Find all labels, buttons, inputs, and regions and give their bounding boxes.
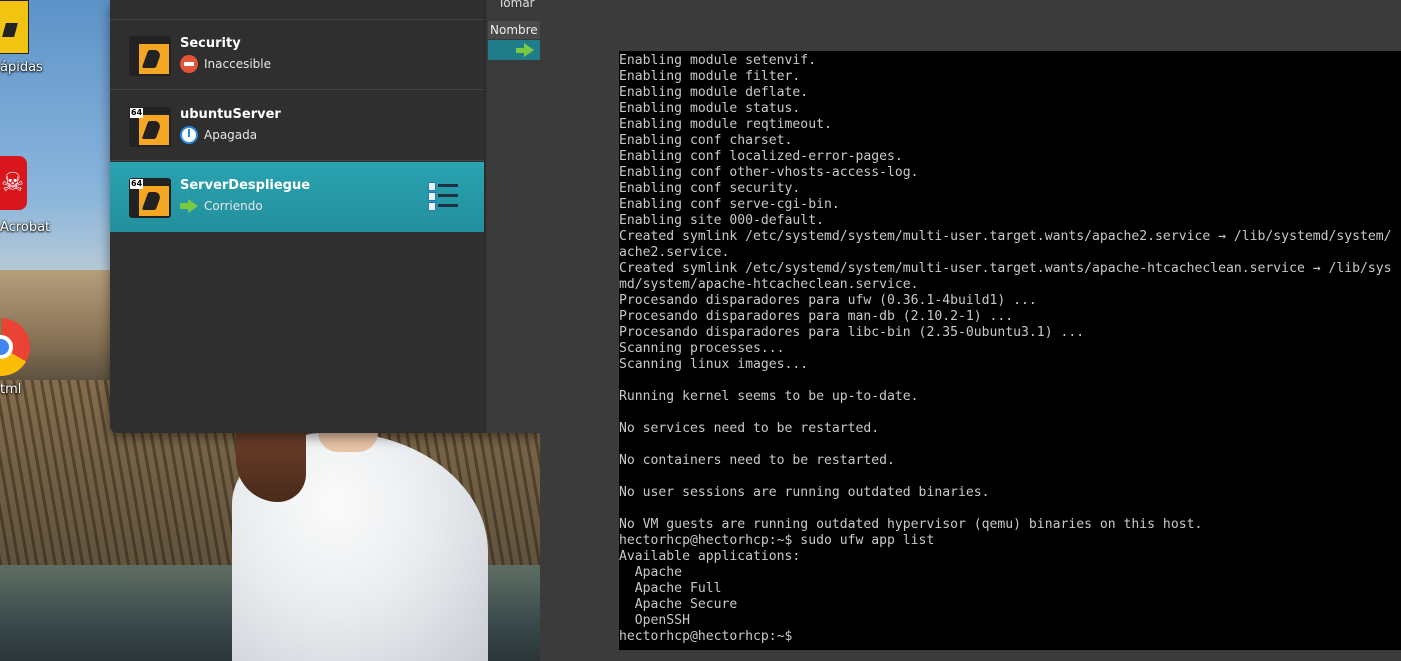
inaccessible-icon <box>180 55 198 73</box>
desktop-acrobat-label: Acrobat <box>0 220 51 235</box>
terminal-line: Enabling module deflate. <box>619 85 809 100</box>
terminal-line: Enabling conf security. <box>619 181 801 196</box>
vm-os-icon: 64 <box>129 178 171 218</box>
vm-name: Security <box>180 36 241 51</box>
vm-status-label: Apagada <box>204 128 258 142</box>
column-header-name[interactable]: Nombre <box>488 21 540 39</box>
terminal-line: Created symlink /etc/systemd/system/mult… <box>619 261 1392 276</box>
vm-item-partial[interactable] <box>110 0 484 20</box>
terminal-line: Procesando disparadores para man-db (2.1… <box>619 309 1014 324</box>
vm-status: Corriendo <box>180 197 263 215</box>
vm-name: ServerDespliegue <box>180 178 311 193</box>
terminal-line: Apache <box>619 565 683 580</box>
terminal-line: OpenSSH <box>619 613 690 628</box>
vm-item-serverdespliegue[interactable]: 64 ServerDespliegue Corriendo <box>110 162 484 232</box>
vm-status-label: Inaccesible <box>204 57 271 71</box>
terminal-line: Scanning linux images... <box>619 357 809 372</box>
terminal-line: No services need to be restarted. <box>619 421 880 436</box>
take-snapshot-button[interactable]: Tomar <box>498 0 535 10</box>
terminal-line: Enabling module filter. <box>619 69 801 84</box>
terminal-line: Procesando disparadores para ufw (0.36.1… <box>619 293 1037 308</box>
desktop-chrome-label: tml <box>0 382 22 397</box>
arch-badge: 64 <box>130 108 144 118</box>
terminal-line: No containers need to be restarted. <box>619 453 895 468</box>
vm-list: Security Inaccesible 64 ubuntuServer Apa… <box>110 0 484 433</box>
terminal-line: Enabling site 000-default. <box>619 213 824 228</box>
terminal-line: Created symlink /etc/systemd/system/mult… <box>619 229 1392 244</box>
vm-name: ubuntuServer <box>180 107 281 122</box>
terminal-line: md/system/apache-htcacheclean.service. <box>619 277 919 292</box>
terminal-line: Running kernel seems to be up-to-date. <box>619 389 919 404</box>
snapshot-pane: Tomar Nombre <box>486 0 540 433</box>
terminal-line: Apache Full <box>619 581 722 596</box>
terminal-line: Enabling module setenvif. <box>619 53 817 68</box>
vm-status-label: Corriendo <box>204 199 263 213</box>
terminal-output: Enabling module setenvif. Enabling modul… <box>619 51 1401 645</box>
vm-status: Apagada <box>180 126 257 144</box>
vm-status: Inaccesible <box>180 55 271 73</box>
desktop-shortcut-label: ápidas <box>0 60 43 75</box>
terminal-line: hectorhcp@hectorhcp:~$ <box>619 629 793 644</box>
terminal-line: Apache Secure <box>619 597 738 612</box>
terminal-line: Scanning processes... <box>619 341 785 356</box>
vm-item-security[interactable]: Security Inaccesible <box>110 20 484 90</box>
acrobat-icon: ☠ <box>0 156 27 210</box>
vm-item-ubuntuserver[interactable]: 64 ubuntuServer Apagada <box>110 91 484 161</box>
terminal-line: Enabling conf other-vhosts-access-log. <box>619 165 919 180</box>
vm-details-menu-icon[interactable] <box>428 182 458 212</box>
terminal-screen[interactable]: Enabling module setenvif. Enabling modul… <box>619 51 1401 650</box>
terminal-line: hectorhcp@hectorhcp:~$ sudo ufw app list <box>619 533 935 548</box>
virtualbox-manager-window: Security Inaccesible 64 ubuntuServer Apa… <box>110 0 540 433</box>
terminal-line: Enabling module reqtimeout. <box>619 117 832 132</box>
terminal-line: Enabling conf charset. <box>619 133 793 148</box>
terminal-line: Enabling conf localized-error-pages. <box>619 149 903 164</box>
terminal-line: Procesando disparadores para libc-bin (2… <box>619 325 1085 340</box>
current-state-arrow-icon <box>516 42 534 58</box>
vm-console-window: Enabling module setenvif. Enabling modul… <box>540 0 1401 661</box>
vm-os-icon: 64 <box>129 107 171 147</box>
terminal-line: No user sessions are running outdated bi… <box>619 485 990 500</box>
vm-os-icon <box>129 36 171 76</box>
terminal-line: Available applications: <box>619 549 801 564</box>
terminal-line: Enabling conf serve-cgi-bin. <box>619 197 840 212</box>
terminal-line: ache2.service. <box>619 245 730 260</box>
terminal-line: Enabling module status. <box>619 101 801 116</box>
running-arrow-icon <box>180 197 198 215</box>
power-off-icon <box>180 126 198 144</box>
shortcut-icon <box>0 0 29 54</box>
arch-badge: 64 <box>130 179 144 189</box>
terminal-line: No VM guests are running outdated hyperv… <box>619 517 1203 532</box>
snapshot-current-state-row[interactable] <box>488 40 540 60</box>
